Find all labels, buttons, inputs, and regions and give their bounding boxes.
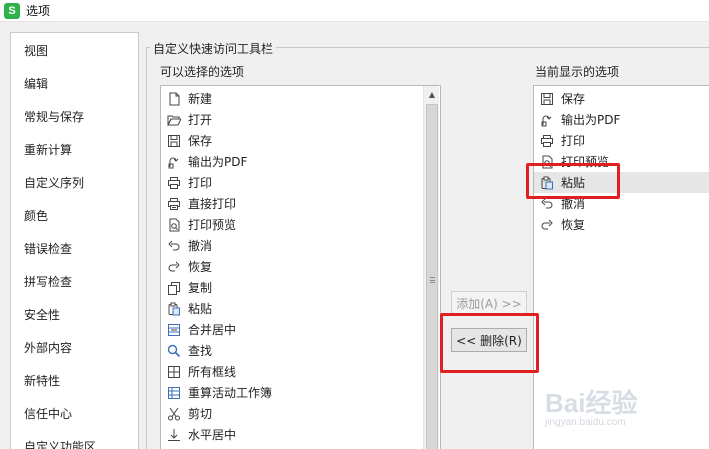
scroll-thumb[interactable] [426, 104, 438, 449]
redo-icon [166, 259, 182, 275]
redo-icon [539, 217, 555, 233]
list-item[interactable]: 输出为PDF [534, 109, 709, 130]
category-item[interactable]: 自定义功能区 [24, 438, 96, 449]
add-button[interactable]: 添加(A) >> [451, 291, 527, 315]
watermark-main: Bai经验 [545, 388, 638, 418]
list-item[interactable]: 输出为PDF [161, 151, 423, 172]
folder-open-icon [166, 112, 182, 128]
cut-icon [166, 406, 182, 422]
wps-logo-icon: S [4, 2, 20, 19]
group-title: 自定义快速访问工具栏 [150, 40, 277, 57]
category-item[interactable]: 拼写检查 [24, 273, 72, 291]
list-item[interactable]: 打印 [161, 172, 423, 193]
list-item-label: 直接打印 [188, 197, 237, 211]
list-item[interactable]: 恢复 [534, 214, 709, 235]
category-item[interactable]: 信任中心 [24, 405, 72, 423]
align-center-icon [166, 427, 182, 443]
export-pdf-icon [539, 112, 555, 128]
list-item-label: 水平居中 [188, 428, 237, 442]
list-item-label: 保存 [561, 92, 586, 106]
list-item-label: 输出为PDF [188, 155, 248, 169]
list-item[interactable]: 打印预览 [161, 214, 423, 235]
category-item[interactable]: 外部内容 [24, 339, 72, 357]
all-borders-icon [166, 364, 182, 380]
list-item-label: 新建 [188, 92, 213, 106]
title-bar: S 选项 [0, 0, 709, 22]
print-icon [166, 175, 182, 191]
highlight-remove-annotation [440, 313, 539, 373]
window-title: 选项 [26, 4, 51, 18]
list-item[interactable]: 复制 [161, 277, 423, 298]
list-item[interactable]: 打开 [161, 109, 423, 130]
list-item-label: 重算活动工作簿 [188, 386, 273, 400]
export-pdf-icon [166, 154, 182, 170]
watermark-sub: jingyan.baidu.com [545, 417, 626, 428]
current-options-label: 当前显示的选项 [535, 65, 620, 79]
list-item[interactable]: 合并居中 [161, 319, 423, 340]
copy-icon [166, 280, 182, 296]
list-item[interactable]: 撤消 [161, 235, 423, 256]
paste-icon [166, 301, 182, 317]
available-options-label: 可以选择的选项 [160, 65, 245, 79]
category-item[interactable]: 错误检查 [24, 240, 72, 258]
find-icon [166, 343, 182, 359]
list-item-label: 撤消 [188, 239, 213, 253]
category-list: 视图编辑常规与保存重新计算自定义序列颜色错误检查拼写检查安全性外部内容新特性信任… [10, 32, 139, 449]
category-item[interactable]: 新特性 [24, 372, 60, 390]
list-item-label: 输出为PDF [561, 113, 621, 127]
list-item-label: 剪切 [188, 407, 213, 421]
category-item[interactable]: 重新计算 [24, 141, 72, 159]
list-item[interactable]: 恢复 [161, 256, 423, 277]
list-item-label: 打开 [188, 113, 213, 127]
list-item[interactable]: 打印 [534, 130, 709, 151]
category-item[interactable]: 安全性 [24, 306, 60, 324]
list-item[interactable]: 保存 [534, 88, 709, 109]
list-item-label: 恢复 [561, 218, 586, 232]
list-item-label: 所有框线 [188, 365, 237, 379]
scroll-grip-icon [430, 277, 435, 283]
list-item-label: 复制 [188, 281, 213, 295]
save-icon [539, 91, 555, 107]
list-item-label: 打印 [188, 176, 213, 190]
list-item-label: 打印 [561, 134, 586, 148]
recalculate-icon [166, 385, 182, 401]
new-file-icon [166, 91, 182, 107]
list-item[interactable]: 保存 [161, 130, 423, 151]
highlight-paste-annotation [526, 163, 620, 199]
list-item[interactable]: 重算活动工作簿 [161, 382, 423, 403]
available-list-scrollbar[interactable]: ▲ [423, 86, 439, 449]
scroll-up-arrow-icon[interactable]: ▲ [424, 86, 440, 102]
list-item-label: 打印预览 [188, 218, 237, 232]
list-item[interactable]: 查找 [161, 340, 423, 361]
print-preview-icon [166, 217, 182, 233]
baidu-watermark: Bai经验 jingyan.baidu.com [545, 365, 685, 435]
list-item[interactable]: 所有框线 [161, 361, 423, 382]
undo-icon [166, 238, 182, 254]
list-item-label: 保存 [188, 134, 213, 148]
direct-print-icon [166, 196, 182, 212]
merge-center-icon [166, 322, 182, 338]
category-item[interactable]: 编辑 [24, 75, 48, 93]
list-item[interactable]: 粘贴 [161, 298, 423, 319]
list-item[interactable]: 直接打印 [161, 193, 423, 214]
list-item[interactable]: 水平居中 [161, 424, 423, 445]
print-icon [539, 133, 555, 149]
category-item[interactable]: 常规与保存 [24, 108, 84, 126]
list-item[interactable]: 新建 [161, 88, 423, 109]
list-item-label: 恢复 [188, 260, 213, 274]
category-item[interactable]: 视图 [24, 42, 48, 60]
list-item-label: 合并居中 [188, 323, 237, 337]
list-item-label: 查找 [188, 344, 213, 358]
category-item[interactable]: 自定义序列 [24, 174, 84, 192]
save-icon [166, 133, 182, 149]
category-item[interactable]: 颜色 [24, 207, 48, 225]
available-options-list[interactable]: ▲ 新建打开保存输出为PDF 打印直接打印打印预览撤消恢复复制粘贴合并居中查找所有… [160, 85, 441, 449]
list-item-label: 粘贴 [188, 302, 213, 316]
list-item[interactable]: 剪切 [161, 403, 423, 424]
